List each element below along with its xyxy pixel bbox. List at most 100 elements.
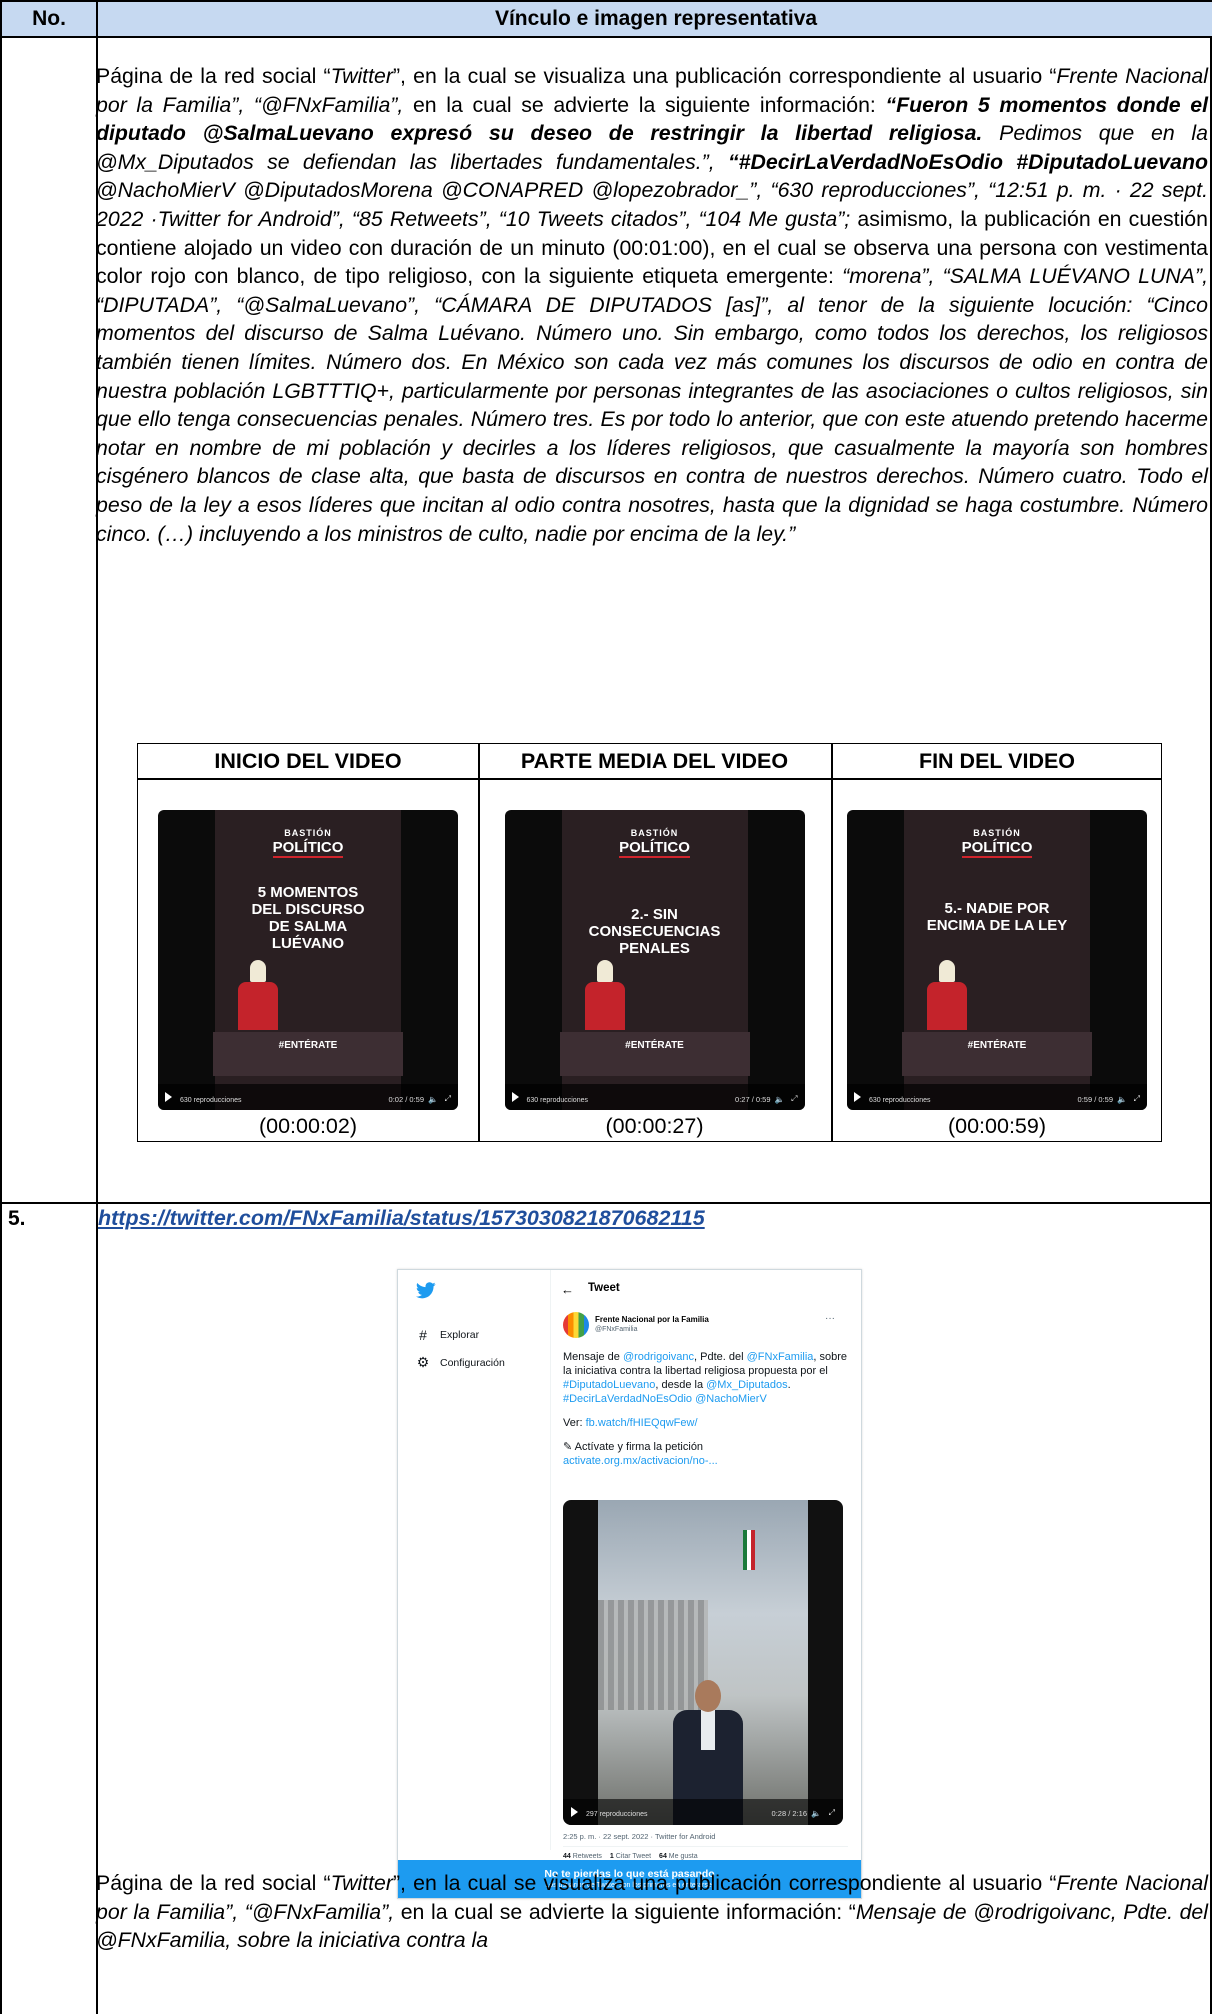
stat-item[interactable]: 1 Citar Tweet xyxy=(610,1853,651,1860)
activate-label: ✎ Actívate y firma la petición xyxy=(563,1441,704,1453)
text-run: “#DecirLaVerdadNoEsOdio #DiputadoLuevano xyxy=(728,149,1208,174)
hash-icon: # xyxy=(419,1327,427,1343)
avatar[interactable] xyxy=(563,1312,589,1338)
entry-4-description: Página de la red social “Twitter”, en la… xyxy=(96,62,1208,548)
flag-image xyxy=(743,1530,755,1570)
text-run: ”, en la cual se visualiza una publicaci… xyxy=(392,1871,1057,1895)
podium xyxy=(213,1032,403,1076)
column-divider-line xyxy=(550,1270,551,1850)
tweet-text: Mensaje de @rodrigoivanc, Pdte. del @FNx… xyxy=(563,1350,848,1468)
stat-label: Me gusta xyxy=(666,1853,698,1860)
gear-icon: ⚙ xyxy=(416,1354,430,1370)
nav-explore[interactable]: # Explorar xyxy=(416,1327,479,1343)
video-time: 0:28 / 2:16 xyxy=(771,1809,807,1818)
stat-label: Citar Tweet xyxy=(613,1853,652,1860)
back-arrow-icon[interactable]: ← xyxy=(561,1282,574,1297)
hashtag-label: #ENTÉRATE xyxy=(625,1040,684,1051)
logo-main: POLÍTICO xyxy=(961,839,1033,858)
video-timestamp-caption: (00:00:02) xyxy=(258,1113,357,1138)
speaker-figure xyxy=(584,960,625,1030)
video-frame: BASTIÓN POLÍTICO 5 MOMENTOS DEL DISCURSO D… xyxy=(158,810,458,1110)
tweet-text-run: , Pdte. del xyxy=(694,1351,747,1363)
stat-label: Retweets xyxy=(570,1853,602,1860)
entry-5-description: Página de la red social “Twitter”, en la… xyxy=(96,1869,1208,1955)
tweet-link[interactable]: #DecirLaVerdadNoEsOdio xyxy=(563,1393,692,1405)
activate-link[interactable]: activate.org.mx/activacion/no-... xyxy=(563,1454,848,1468)
hashtag-label: #ENTÉRATE xyxy=(278,1040,338,1051)
text-run: Twitter xyxy=(330,64,393,88)
logo-top: BASTIÓN xyxy=(284,828,332,838)
volume-icon[interactable]: 🔈 xyxy=(775,1095,785,1104)
tweet-text-run: , desde la xyxy=(655,1379,707,1391)
video-column-header: FIN DEL VIDEO xyxy=(918,748,1076,773)
text-run: ”, en la cual se visualiza una publicaci… xyxy=(392,64,1057,88)
hashtag-label: #ENTÉRATE xyxy=(967,1040,1027,1051)
video-views: 630 reproducciones xyxy=(869,1097,931,1104)
ver-line: Ver: fb.watch/fHIEQqwFew/ xyxy=(563,1416,848,1430)
video-views: 630 reproducciones xyxy=(180,1097,242,1104)
tweet-text-run: Mensaje de xyxy=(563,1351,623,1363)
tweet-link[interactable]: @Mx_Diputados xyxy=(706,1379,787,1391)
tweet-page-title: Tweet xyxy=(588,1282,620,1294)
text-run: Página de la red social “ xyxy=(96,1871,331,1895)
video-controls: 630 reproducciones 0:27 / 0:59 🔈 ⤢ xyxy=(504,1084,805,1110)
fullscreen-icon[interactable]: ⤢ xyxy=(829,1808,835,1818)
nav-explore-label: Explorar xyxy=(440,1329,480,1341)
tweet-meta[interactable]: 2:25 p. m. · 22 sept. 2022 · Twitter for… xyxy=(563,1832,715,1841)
video-overlay-text: 5.- NADIE POR ENCIMA DE LA LEY xyxy=(926,900,1068,934)
tweet-link[interactable]: #DiputadoLuevano xyxy=(563,1379,655,1391)
speaker-figure xyxy=(238,960,278,1030)
logo-top: BASTIÓN xyxy=(973,828,1021,838)
video-frames-table: INICIO DEL VIDEO BASTIÓN POLÍTICO 5 MOMENTO… xyxy=(137,743,1162,1142)
column-header-number: No. xyxy=(2,2,98,36)
video-time: 0:02 / 0:59 xyxy=(388,1095,424,1104)
twitter-bird-icon xyxy=(415,1282,436,1304)
fullscreen-icon[interactable]: ⤢ xyxy=(445,1094,451,1104)
nav-settings-label: Configuración xyxy=(440,1356,505,1369)
stat-item[interactable]: 64 Me gusta xyxy=(659,1853,698,1860)
speaker-figure xyxy=(927,960,967,1030)
column-header-link: Vínculo e imagen representativa xyxy=(494,7,818,30)
stat-item[interactable]: 44 Retweets xyxy=(563,1853,602,1860)
video-time: 0:27 / 0:59 xyxy=(735,1095,771,1104)
author-handle[interactable]: @FNxFamilia xyxy=(595,1326,638,1333)
ver-link[interactable]: fb.watch/fHIEQqwFew/ xyxy=(586,1417,698,1429)
fullscreen-icon[interactable]: ⤢ xyxy=(1134,1094,1140,1104)
video-overlay-text: 2.- SIN CONSECUENCIAS PENALES xyxy=(588,906,721,957)
video-column-divider xyxy=(478,744,480,1141)
play-icon[interactable] xyxy=(854,1092,861,1102)
logo-main: POLÍTICO xyxy=(619,839,690,858)
stat-count: 44 xyxy=(563,1853,571,1860)
logo-top: BASTIÓN xyxy=(630,828,679,838)
separator xyxy=(563,1846,848,1847)
tweet-link[interactable]: @rodrigoivanc xyxy=(623,1351,694,1363)
video-controls: 630 reproducciones 0:59 / 0:59 🔈 ⤢ xyxy=(847,1084,1147,1110)
volume-icon[interactable]: 🔈 xyxy=(811,1809,821,1818)
table-header: No. Vínculo e imagen representativa xyxy=(2,0,1212,38)
entry-5-link[interactable]: https://twitter.com/FNxFamilia/status/15… xyxy=(98,1206,705,1231)
volume-icon[interactable]: 🔈 xyxy=(428,1095,438,1104)
video-column-header: PARTE MEDIA DEL VIDEO xyxy=(520,748,789,773)
logo-main: POLÍTICO xyxy=(272,839,344,858)
row-divider xyxy=(0,1202,1212,1204)
play-icon[interactable] xyxy=(165,1092,172,1102)
volume-icon[interactable]: 🔈 xyxy=(1117,1095,1127,1104)
podium xyxy=(902,1032,1092,1076)
video-frame: BASTIÓN POLÍTICO 2.- SIN CONSECUENCIAS PEN… xyxy=(504,810,805,1110)
text-run: en la cual se advierte la siguiente info… xyxy=(394,1899,856,1924)
tweet-link[interactable]: @NachoMierV xyxy=(695,1393,767,1405)
video-timestamp-caption: (00:00:27) xyxy=(605,1113,704,1138)
video-table-header-line xyxy=(138,778,1161,780)
tweet-text-run: . xyxy=(787,1379,791,1391)
fullscreen-icon[interactable]: ⤢ xyxy=(791,1094,797,1104)
play-icon[interactable] xyxy=(511,1092,519,1102)
play-icon[interactable] xyxy=(571,1807,578,1817)
text-run: en la cual se advierte la siguiente info… xyxy=(403,92,886,117)
tweet-video[interactable]: 297 reproducciones 0:28 / 2:16 🔈 ⤢ xyxy=(563,1500,843,1825)
tweet-link[interactable]: @FNxFamilia xyxy=(747,1351,814,1363)
video-time: 0:59 / 0:59 xyxy=(1077,1095,1113,1104)
nav-settings[interactable]: ⚙ Configuración xyxy=(416,1354,505,1371)
more-options-icon[interactable]: ··· xyxy=(825,1313,835,1324)
author-name[interactable]: Frente Nacional por la Familia xyxy=(595,1315,709,1324)
video-frame: BASTIÓN POLÍTICO 5.- NADIE POR ENCIMA DE L… xyxy=(847,810,1147,1110)
